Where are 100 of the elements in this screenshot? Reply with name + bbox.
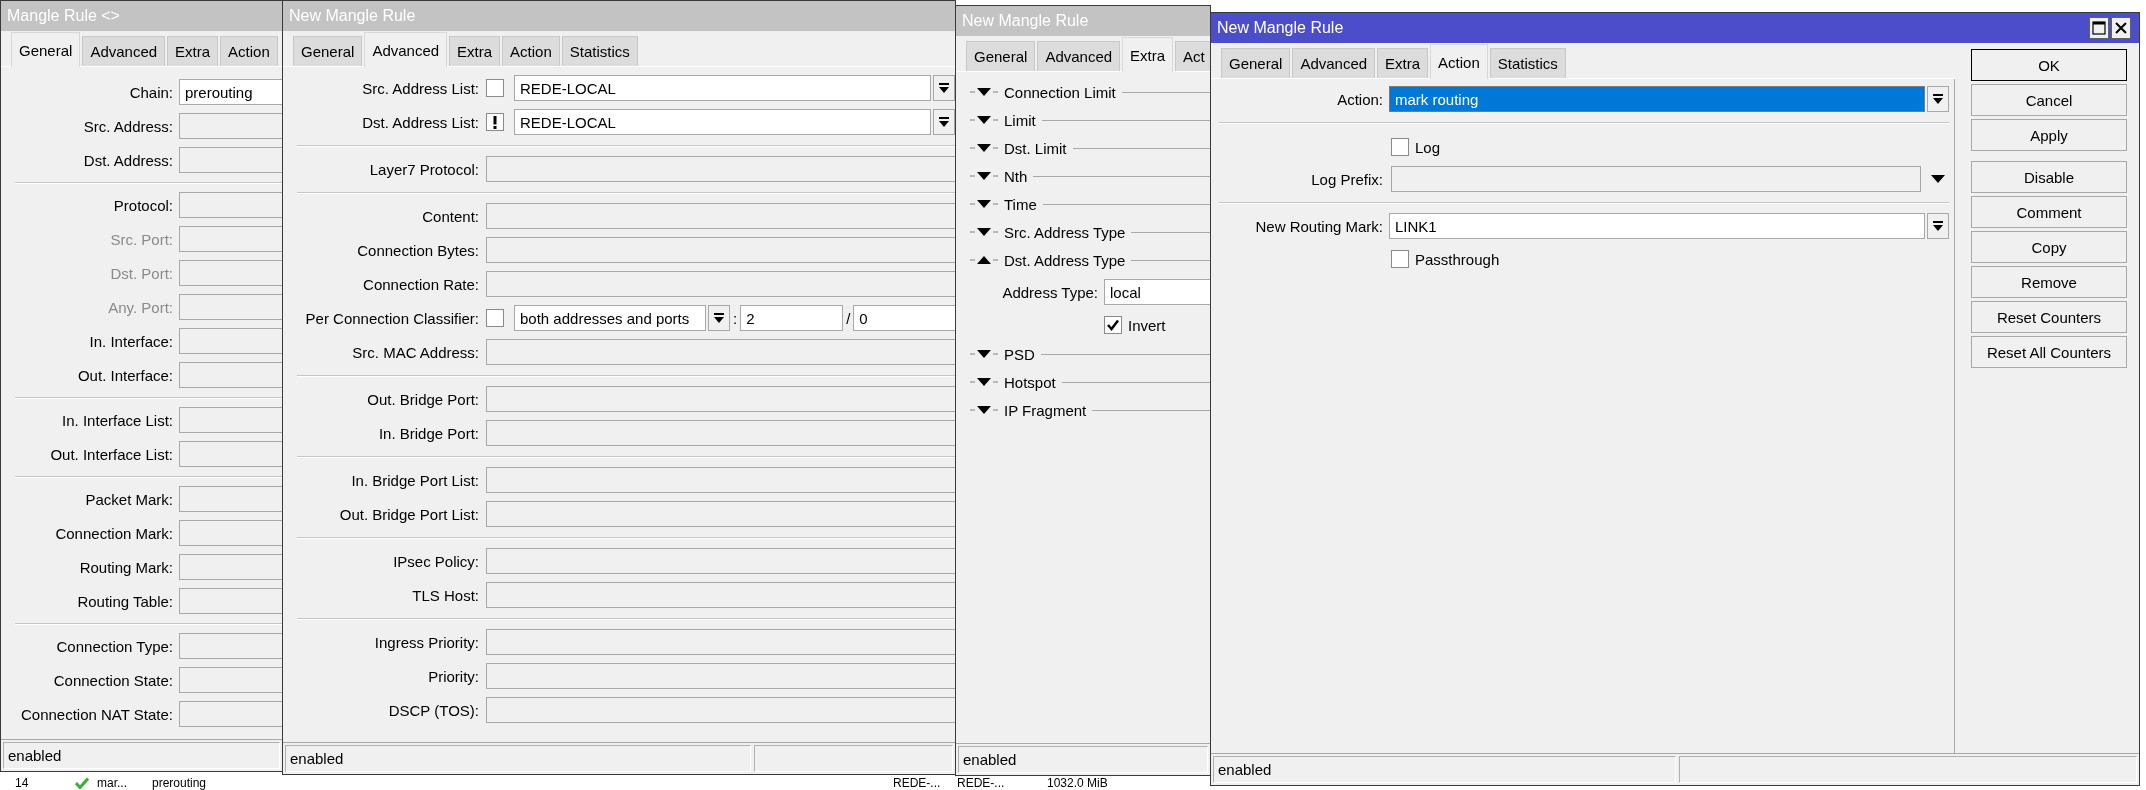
dialog-button[interactable]: Reset All Counters	[1971, 336, 2127, 368]
section-header[interactable]: Time	[970, 195, 1037, 213]
section-header[interactable]: Src. Address Type	[970, 223, 1126, 241]
text-field[interactable]: local	[1104, 279, 1210, 305]
text-field[interactable]	[179, 701, 282, 727]
tab[interactable]: General	[11, 32, 81, 67]
text-field[interactable]	[179, 192, 282, 218]
dropdown-button[interactable]	[1927, 213, 1949, 239]
window-title: New Mangle Rule	[962, 12, 1090, 30]
caret-down-icon[interactable]	[1931, 175, 1945, 183]
tab[interactable]: Advanced	[82, 36, 166, 66]
text-field[interactable]	[179, 441, 282, 467]
checkbox[interactable]	[486, 79, 504, 97]
tab[interactable]: Extra	[167, 36, 219, 66]
tab[interactable]: Advanced	[1037, 41, 1121, 71]
section-header[interactable]: Hotspot	[970, 373, 1056, 391]
tab[interactable]: Advanced	[1292, 48, 1376, 78]
text-field[interactable]	[486, 629, 955, 655]
text-field[interactable]	[486, 237, 955, 263]
section-header[interactable]: Dst. Address Type	[970, 251, 1126, 269]
tab[interactable]: Extra	[1122, 37, 1174, 72]
text-field[interactable]: LINK1	[1389, 213, 1925, 239]
field-label: In. Interface List:	[61, 411, 174, 429]
close-button[interactable]	[2111, 17, 2131, 39]
text-field[interactable]	[179, 633, 282, 659]
text-field[interactable]	[179, 486, 282, 512]
dropdown-button[interactable]	[708, 305, 730, 331]
dialog-button[interactable]: Comment	[1971, 196, 2127, 228]
text-field[interactable]	[486, 501, 955, 527]
tab[interactable]: Action	[220, 36, 278, 66]
tab[interactable]: Advanced	[364, 32, 448, 67]
tab[interactable]: Extra	[1377, 48, 1429, 78]
dialog-button[interactable]: Disable	[1971, 161, 2127, 193]
section-header[interactable]: Nth	[970, 167, 1028, 185]
dropdown-button[interactable]	[933, 109, 955, 135]
checkbox[interactable]	[1391, 250, 1409, 268]
text-field[interactable]	[486, 203, 955, 229]
window-title: New Mangle Rule	[289, 7, 417, 25]
field-label: DSCP (TOS):	[387, 701, 480, 719]
text-field[interactable]	[486, 663, 955, 689]
text-field[interactable]	[179, 260, 282, 286]
checkbox[interactable]	[486, 113, 504, 131]
tab[interactable]: Statistics	[1489, 48, 1566, 78]
section-header[interactable]: Dst. Limit	[970, 139, 1067, 157]
dropdown-button[interactable]	[1927, 86, 1949, 112]
text-field[interactable]: 0	[853, 305, 955, 331]
text-field[interactable]	[179, 294, 282, 320]
text-field[interactable]	[179, 520, 282, 546]
text-field[interactable]	[179, 554, 282, 580]
text-field[interactable]	[486, 582, 955, 608]
text-field[interactable]	[486, 271, 955, 297]
tab[interactable]: Act	[1175, 41, 1210, 71]
dropdown-button[interactable]	[933, 75, 955, 101]
field-label: Protocol:	[112, 196, 174, 214]
tab[interactable]: Statistics	[561, 36, 638, 66]
field-label: Action:	[1336, 90, 1384, 108]
checkbox[interactable]	[1104, 316, 1122, 334]
tab[interactable]: Action	[502, 36, 560, 66]
section-header[interactable]: Limit	[970, 111, 1036, 129]
text-field[interactable]	[179, 362, 282, 388]
section-header[interactable]: Connection Limit	[970, 83, 1116, 101]
dialog-button[interactable]: Cancel	[1971, 84, 2127, 116]
text-field[interactable]	[486, 548, 955, 574]
text-field[interactable]	[486, 467, 955, 493]
maximize-button[interactable]	[2089, 17, 2109, 39]
text-field[interactable]	[179, 113, 282, 139]
dialog-button[interactable]: Reset Counters	[1971, 301, 2127, 333]
text-field[interactable]	[179, 328, 282, 354]
text-field[interactable]	[179, 226, 282, 252]
dialog-button[interactable]: Remove	[1971, 266, 2127, 298]
text-field[interactable]	[179, 588, 282, 614]
section-header[interactable]: PSD	[970, 345, 1035, 363]
text-field[interactable]: prerouting	[179, 79, 282, 105]
text-field[interactable]	[486, 697, 955, 723]
text-field[interactable]: 2	[740, 305, 844, 331]
tab[interactable]: General	[293, 36, 363, 66]
text-field[interactable]	[1391, 166, 1921, 192]
tab[interactable]: Action	[1430, 44, 1488, 79]
section-header[interactable]: IP Fragment	[970, 401, 1087, 419]
tab[interactable]: Extra	[449, 36, 501, 66]
field-label: New Routing Mark:	[1254, 217, 1384, 235]
text-field[interactable]	[486, 386, 955, 412]
checkbox[interactable]	[486, 309, 504, 327]
text-field[interactable]: REDE-LOCAL	[514, 75, 931, 101]
text-field[interactable]: both addresses and ports	[514, 305, 706, 331]
text-field[interactable]	[486, 339, 955, 365]
text-field[interactable]: REDE-LOCAL	[514, 109, 931, 135]
dialog-button[interactable]: Apply	[1971, 119, 2127, 151]
text-field[interactable]	[179, 407, 282, 433]
text-field[interactable]: mark routing	[1389, 86, 1925, 112]
tab[interactable]: General	[966, 41, 1036, 71]
dialog-button[interactable]: OK	[1971, 49, 2127, 81]
text-field[interactable]	[486, 156, 955, 182]
checkbox[interactable]	[1391, 138, 1409, 156]
text-field[interactable]	[486, 420, 955, 446]
tab[interactable]: General	[1221, 48, 1291, 78]
dialog-button[interactable]: Copy	[1971, 231, 2127, 263]
text-field[interactable]	[179, 147, 282, 173]
text-field[interactable]	[179, 667, 282, 693]
field-label: Packet Mark:	[84, 490, 174, 508]
